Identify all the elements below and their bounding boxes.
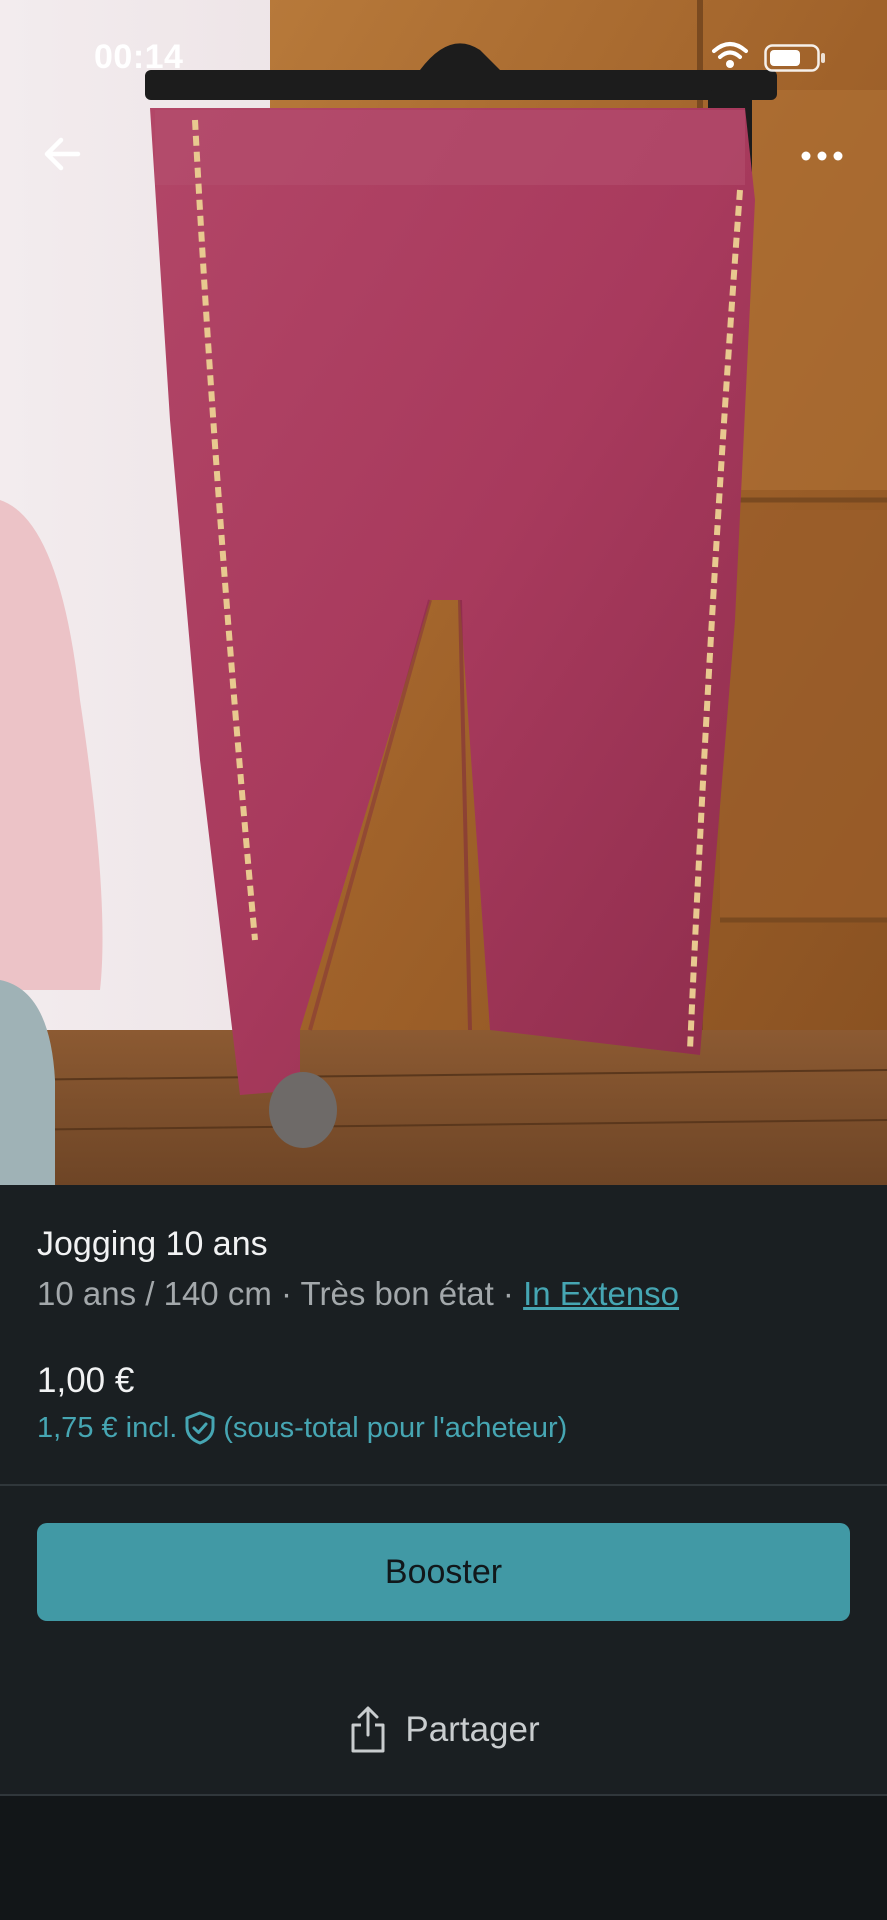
price-incl: 1,75 € incl. [37,1411,178,1444]
item-info: Jogging 10 ans 10 ans / 140 cm · Très bo… [0,1185,887,1485]
share-button[interactable]: Partager [0,1690,887,1770]
price-note: (sous-total pour l'acheteur) [223,1411,568,1444]
item-price: 1,00 € [37,1361,135,1400]
brand-link[interactable]: In Extenso [523,1275,679,1312]
arrow-left-icon [44,137,81,171]
photo-scene [0,0,887,1185]
bottom-bar [0,1796,887,1920]
back-button[interactable] [36,126,92,182]
booster-button[interactable]: Booster [37,1523,850,1621]
item-condition: Très bon état [300,1275,494,1312]
product-photo[interactable]: 00:14 [0,0,887,1185]
meta-separator: · [493,1275,524,1312]
item-size: 10 ans / 140 cm [37,1275,272,1312]
wifi-icon [712,42,748,68]
shield-check-icon [185,1411,215,1445]
more-options-button[interactable] [790,136,850,176]
divider [0,1484,887,1486]
share-icon [351,1706,385,1753]
item-meta: 10 ans / 140 cm · Très bon état · In Ext… [37,1275,679,1313]
more-horizontal-icon [801,151,843,161]
item-title: Jogging 10 ans [37,1225,268,1263]
price-incl-row[interactable]: 1,75 € incl. (sous-total pour l'acheteur… [37,1410,567,1446]
meta-separator: · [271,1275,301,1312]
status-bar: 00:14 [0,0,887,120]
status-time: 00:14 [94,38,184,76]
battery-icon [764,44,825,72]
share-label: Partager [405,1710,540,1749]
